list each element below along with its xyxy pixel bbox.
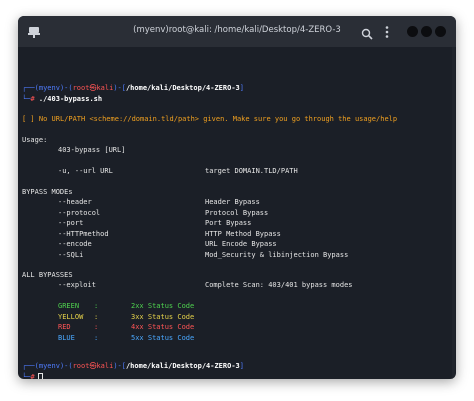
status-sep: :	[94, 312, 99, 321]
prompt-bracket: ┌──(	[22, 362, 39, 370]
prompt-path: /home/kali/Desktop/4-ZERO-3	[125, 362, 240, 370]
prompt-separator: )-(	[59, 84, 73, 92]
status-sep: :	[94, 323, 99, 331]
minimize-icon[interactable]	[407, 26, 418, 37]
mode-flag: --port	[58, 219, 84, 227]
all-heading: ALL BYPASSES	[22, 271, 73, 279]
prompt-hash: #	[30, 372, 35, 380]
prompt-line: ┌──(myenv)-(root㉿kali)-[/home/kali/Deskt…	[22, 361, 244, 372]
titlebar: (myenv)root@kali: /home/kali/Desktop/4-Z…	[18, 16, 456, 47]
status-color-name: GREEN	[58, 302, 80, 310]
window-title: (myenv)root@kali: /home/kali/Desktop/4-Z…	[133, 25, 341, 35]
terminal-window: (myenv)root@kali: /home/kali/Desktop/4-Z…	[18, 16, 456, 379]
status-sep: :	[94, 333, 99, 342]
status-color-name: RED	[58, 323, 71, 331]
close-icon[interactable]	[435, 26, 446, 37]
status-code: 4xx Status Code	[131, 323, 195, 331]
mode-flag: --header	[58, 198, 92, 206]
status-code: 2xx Status Code	[131, 302, 195, 310]
prompt-separator: )-[	[113, 84, 126, 92]
prompt-env: myenv	[38, 84, 60, 92]
usage-syntax: 403-bypass [URL]	[58, 146, 126, 154]
prompt-bracket: ]	[239, 84, 244, 92]
prompt-env: myenv	[38, 362, 60, 370]
prompt-path: /home/kali/Desktop/4-ZERO-3	[125, 84, 240, 92]
command-line: └─# ./403-bypass.sh	[22, 94, 102, 105]
prompt-user-host: root㉿kali	[72, 84, 114, 92]
mode-desc: Mod_Security & libinjection Bypass	[205, 250, 349, 259]
command-line: └─#	[22, 372, 35, 380]
status-code: 3xx Status Code	[131, 312, 195, 321]
prompt-bracket: ┌──(	[22, 84, 39, 92]
warning-text: No URL/PATH <scheme://domain.tld/path> g…	[34, 115, 398, 123]
kebab-menu-icon[interactable]	[384, 24, 390, 38]
prompt-bracket: ]	[239, 362, 244, 370]
status-color-name: BLUE	[58, 333, 75, 342]
mode-flag: --protocol	[58, 208, 101, 217]
mode-desc: Header Bypass	[205, 198, 260, 206]
status-color-name: YELLOW	[58, 312, 84, 321]
usage-heading: Usage:	[22, 136, 48, 144]
usage-option-desc: target DOMAIN.TLD/PATH	[205, 167, 298, 175]
search-icon[interactable]	[361, 25, 373, 40]
mode-flag: --HTTPmethod	[58, 229, 109, 238]
prompt-line: ┌──(myenv)-(root㉿kali)-[/home/kali/Deskt…	[22, 83, 244, 94]
usage-option: -u, --url URL	[58, 167, 113, 175]
command-text: ./403-bypass.sh	[34, 94, 103, 103]
warning-line: [ ] No URL/PATH <scheme://domain.tld/pat…	[22, 114, 397, 125]
all-desc: Complete Scan: 403/401 bypass modes	[205, 281, 353, 289]
scrollbar[interactable]	[452, 47, 455, 379]
terminal-cursor[interactable]	[38, 372, 43, 379]
status-code: 5xx Status Code	[131, 333, 195, 342]
mode-flag: --SQLi	[58, 250, 84, 259]
maximize-icon[interactable]	[421, 26, 432, 37]
mode-desc: URL Encode Bypass	[205, 240, 277, 248]
mode-desc: Port Bypass	[205, 219, 252, 227]
mode-desc: Protocol Bypass	[205, 208, 269, 217]
prompt-separator: )-[	[113, 362, 126, 370]
prompt-user-host: root㉿kali	[72, 362, 114, 370]
mode-desc: HTTP Method Bypass	[205, 229, 281, 238]
warning-mark: [ ]	[22, 115, 35, 123]
all-flag: --exploit	[58, 281, 96, 289]
modes-heading: BYPASS MODEs	[22, 188, 73, 196]
mode-flag: --encode	[58, 240, 92, 248]
prompt-separator: )-(	[59, 362, 73, 370]
status-sep: :	[94, 302, 99, 310]
terminal-output[interactable]: ┌──(myenv)-(root㉿kali)-[/home/kali/Deskt…	[18, 47, 450, 379]
